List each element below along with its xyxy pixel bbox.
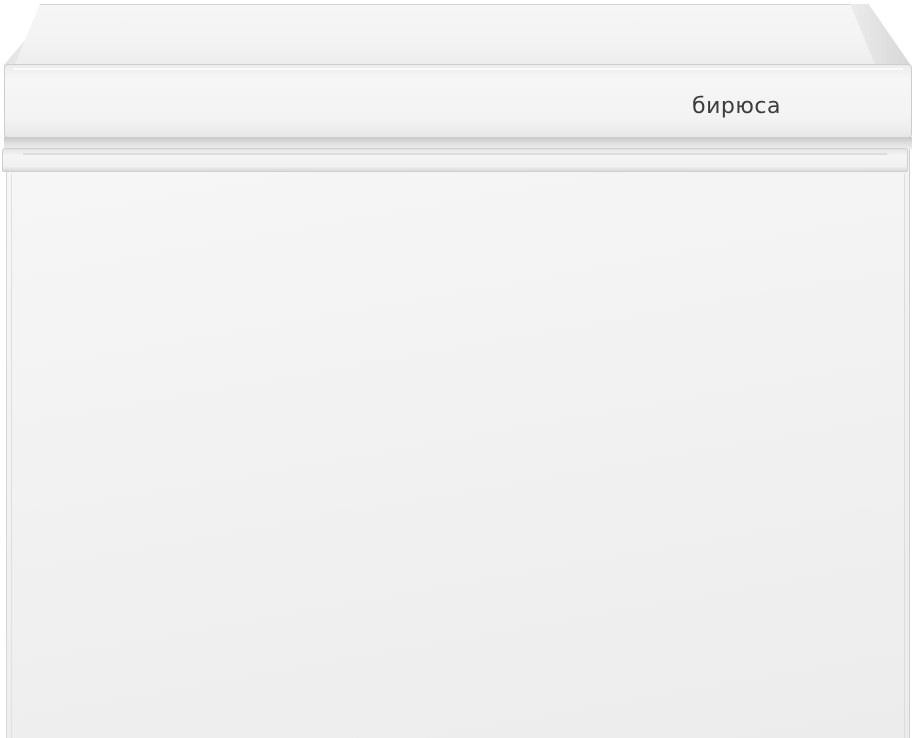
freezer-front-panel — [11, 174, 905, 738]
chest-freezer-photo: бирюса — [0, 0, 914, 738]
freezer-body — [6, 148, 910, 738]
lid-top-surface — [14, 4, 876, 67]
rim-groove — [23, 153, 887, 155]
brand-logo: бирюса — [692, 94, 781, 119]
lid-highlight — [13, 68, 903, 70]
freezer-rim — [2, 148, 908, 172]
